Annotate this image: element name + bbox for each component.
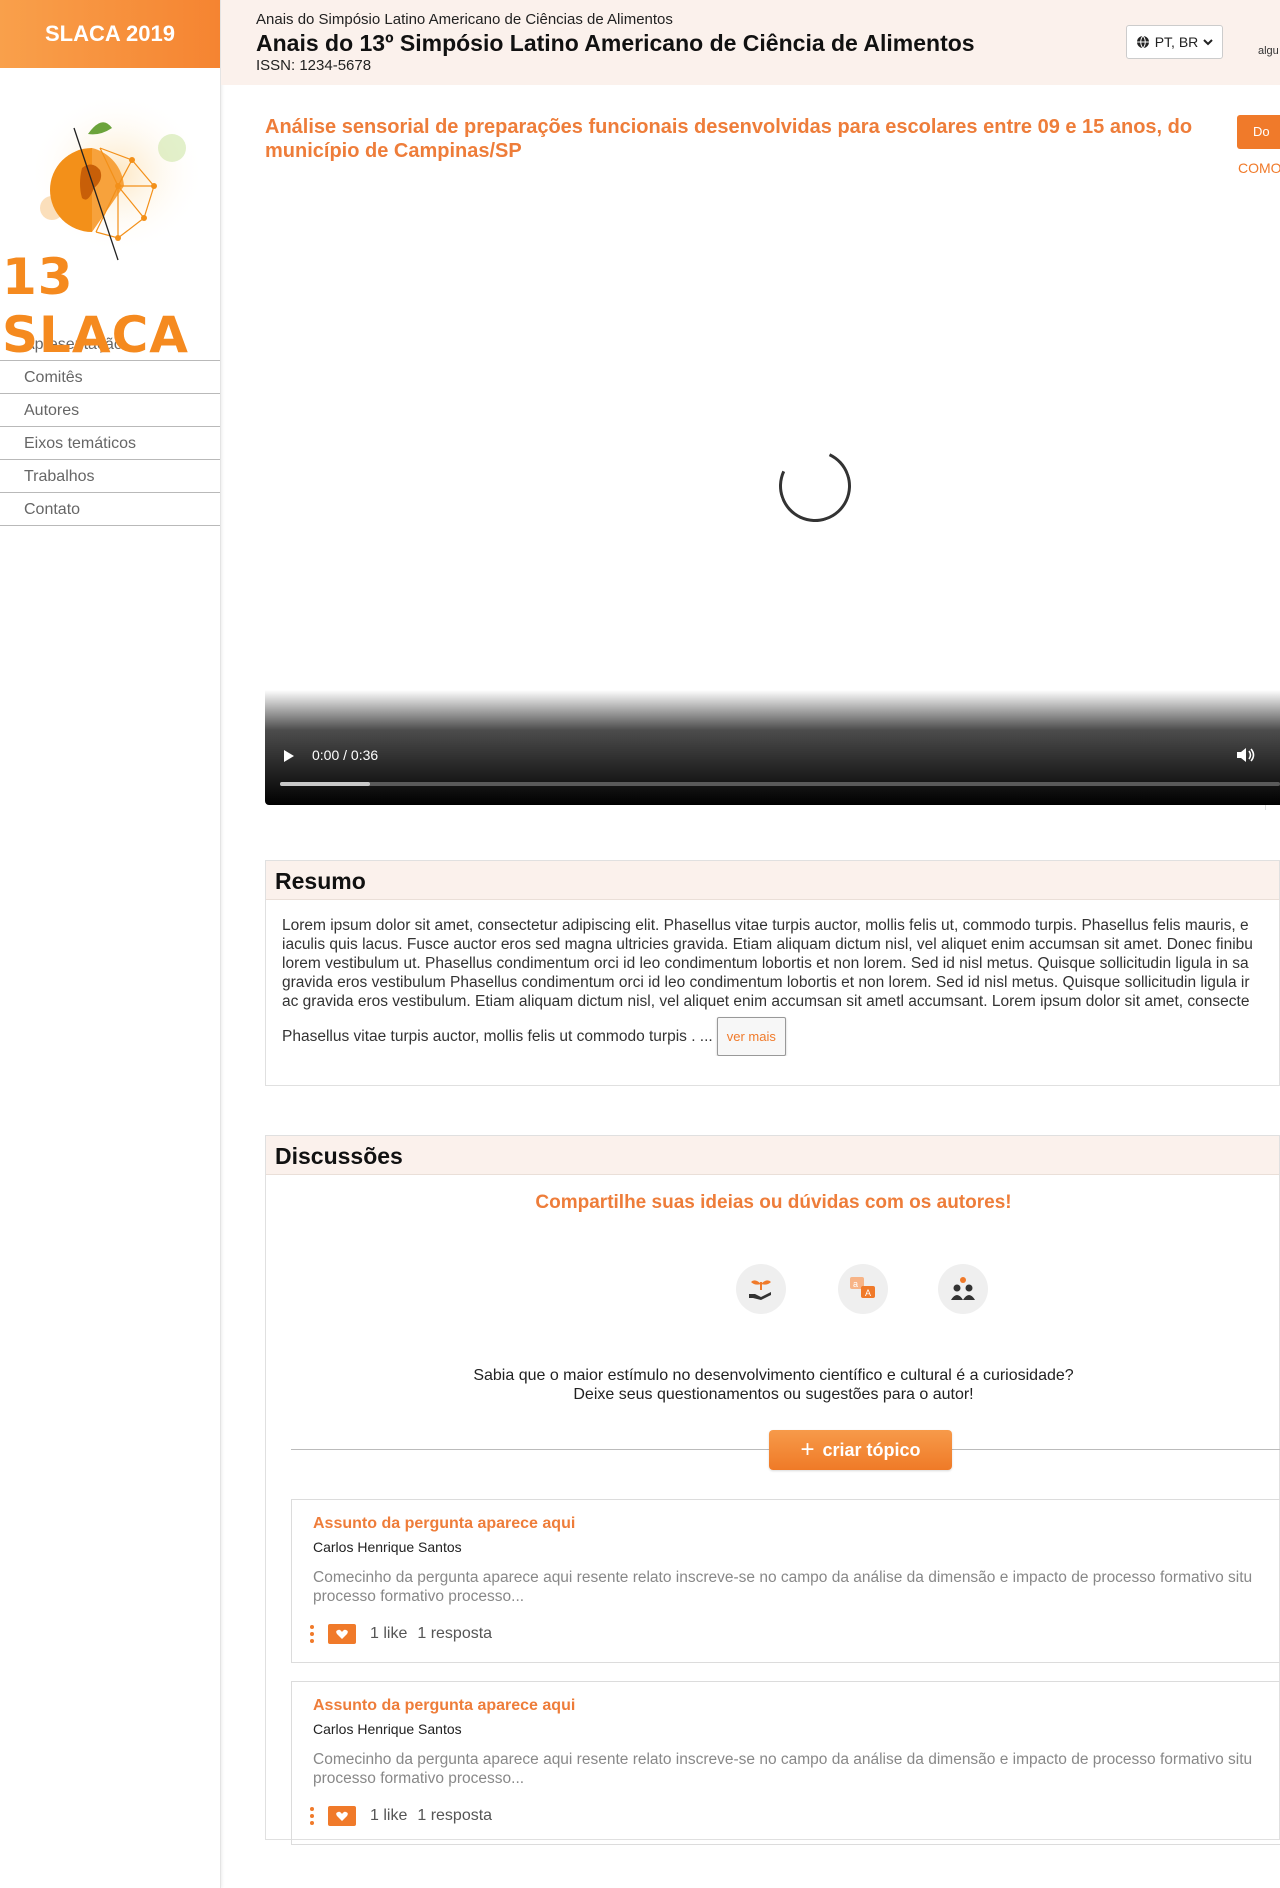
download-button[interactable]: Do <box>1237 115 1280 149</box>
resumo-line: ac gravida eros vestibulum. Etiam aliqua… <box>282 993 1250 1010</box>
like-count: 1 like <box>370 1807 408 1824</box>
create-topic-label: criar tópico <box>822 1439 921 1460</box>
topic-footer: 1 like 1 resposta <box>310 1624 492 1644</box>
event-logo[interactable]: 13 SLACA <box>0 68 220 364</box>
resumo-panel: Resumo Lorem ipsum dolor sit amet, conse… <box>265 860 1280 1086</box>
reply-count[interactable]: 1 resposta <box>417 1807 492 1825</box>
topic-card[interactable]: Assunto da pergunta aparece aqui Carlos … <box>291 1499 1280 1663</box>
resumo-text: Lorem ipsum dolor sit amet, consectetur … <box>266 900 1279 1056</box>
discussoes-callout: Compartilhe suas ideias ou dúvidas com o… <box>535 1192 1012 1213</box>
more-options-icon[interactable] <box>310 1807 314 1825</box>
sidebar: SLACA 2019 13 SLACA Apresentação Comitês… <box>0 0 221 1888</box>
people-icon <box>938 1264 988 1314</box>
resumo-line: lorem vestibulum ut. Phasellus condiment… <box>282 955 1249 972</box>
video-buffered-fill <box>280 782 370 786</box>
resumo-line: iaculis quis lacus. Fusce auctor eros se… <box>282 936 1253 953</box>
nav-item-eixos-tematicos[interactable]: Eixos temáticos <box>0 427 220 460</box>
resumo-line: Lorem ipsum dolor sit amet, consectetur … <box>282 917 1249 934</box>
topic-excerpt-line: Comecinho da pergunta aparece aqui resen… <box>313 1751 1253 1768</box>
resumo-heading: Resumo <box>266 861 1279 900</box>
like-button[interactable] <box>328 1806 356 1826</box>
discussoes-intro-line2: Deixe seus questionamentos ou sugestões … <box>573 1386 974 1403</box>
video-time: 0:00 / 0:36 <box>312 747 379 763</box>
topic-excerpt-line: processo formativo processo... <box>313 1770 525 1787</box>
topic-excerpt: Comecinho da pergunta aparece aqui resen… <box>313 1568 1280 1606</box>
brand-label: SLACA 2019 <box>44 21 175 46</box>
como-citar-link[interactable]: COMO <box>1238 160 1280 176</box>
language-selector[interactable]: PT, BR <box>1126 25 1223 59</box>
page-header: Anais do Simpósio Latino Americano de Ci… <box>221 0 1280 85</box>
logo-wordmark: 13 SLACA <box>2 248 189 364</box>
topic-author: Carlos Henrique Santos <box>313 1721 462 1737</box>
globe-icon <box>1136 35 1149 49</box>
plant-hand-icon <box>736 1264 786 1314</box>
nav-item-trabalhos[interactable]: Trabalhos <box>0 460 220 493</box>
nav-item-autores[interactable]: Autores <box>0 394 220 427</box>
discussoes-intro-line1: Sabia que o maior estímulo no desenvolvi… <box>473 1367 1074 1384</box>
heart-icon <box>336 1811 348 1821</box>
header-subtitle: Anais do Simpósio Latino Americano de Ci… <box>256 11 673 28</box>
header-issn: ISSN: 1234-5678 <box>256 57 372 74</box>
create-topic-button[interactable]: + criar tópico <box>769 1430 952 1470</box>
topic-excerpt-line: processo formativo processo... <box>313 1588 525 1605</box>
topic-card[interactable]: Assunto da pergunta aparece aqui Carlos … <box>291 1681 1280 1845</box>
header-user-text[interactable]: algu <box>1258 45 1279 57</box>
topic-excerpt: Comecinho da pergunta aparece aqui resen… <box>313 1750 1280 1788</box>
plus-icon: + <box>800 1436 815 1463</box>
like-count: 1 like <box>370 1625 408 1642</box>
nav-item-comites[interactable]: Comitês <box>0 361 220 394</box>
svg-text:a: a <box>853 1279 858 1289</box>
download-label: Do <box>1253 124 1270 139</box>
discussoes-panel: Discussões Compartilhe suas ideias ou dú… <box>265 1135 1280 1845</box>
topic-excerpt-line: Comecinho da pergunta aparece aqui resen… <box>313 1569 1253 1586</box>
discussoes-intro: Sabia que o maior estímulo no desenvolvi… <box>266 1366 1280 1404</box>
topic-footer: 1 like 1 resposta <box>310 1806 492 1826</box>
chevron-down-icon <box>1203 39 1213 46</box>
brand-bar[interactable]: SLACA 2019 <box>0 0 220 68</box>
play-icon[interactable] <box>284 750 294 762</box>
topic-title[interactable]: Assunto da pergunta aparece aqui <box>313 1697 575 1715</box>
video-controls: 0:00 / 0:36 <box>265 690 1280 805</box>
like-button[interactable] <box>328 1624 356 1644</box>
paper-title: Análise sensorial de preparações funcion… <box>265 116 1193 162</box>
heart-icon <box>336 1629 348 1639</box>
video-player[interactable]: 0:00 / 0:36 <box>265 180 1280 805</box>
ver-mais-button[interactable]: ver mais <box>716 1017 786 1056</box>
loading-spinner-icon <box>768 439 862 533</box>
chat-translate-icon: aA <box>838 1264 888 1314</box>
more-options-icon[interactable] <box>310 1625 314 1643</box>
orange-globe-logo-icon <box>29 93 202 261</box>
discussoes-heading: Discussões <box>266 1136 1279 1175</box>
header-title: Anais do 13º Simpósio Latino Americano d… <box>256 30 975 56</box>
volume-icon[interactable] <box>1235 746 1257 764</box>
language-label: PT, BR <box>1154 34 1199 50</box>
reply-count[interactable]: 1 resposta <box>417 1625 492 1643</box>
topic-title[interactable]: Assunto da pergunta aparece aqui <box>313 1515 575 1533</box>
video-progress-bar[interactable] <box>280 782 1280 786</box>
topic-author: Carlos Henrique Santos <box>313 1539 462 1555</box>
svg-text:A: A <box>865 1288 871 1298</box>
resumo-line: gravida eros vestibulum Phasellus condim… <box>282 974 1250 991</box>
resumo-last-line: Phasellus vitae turpis auctor, mollis fe… <box>282 1028 713 1045</box>
nav-item-contato[interactable]: Contato <box>0 493 220 526</box>
